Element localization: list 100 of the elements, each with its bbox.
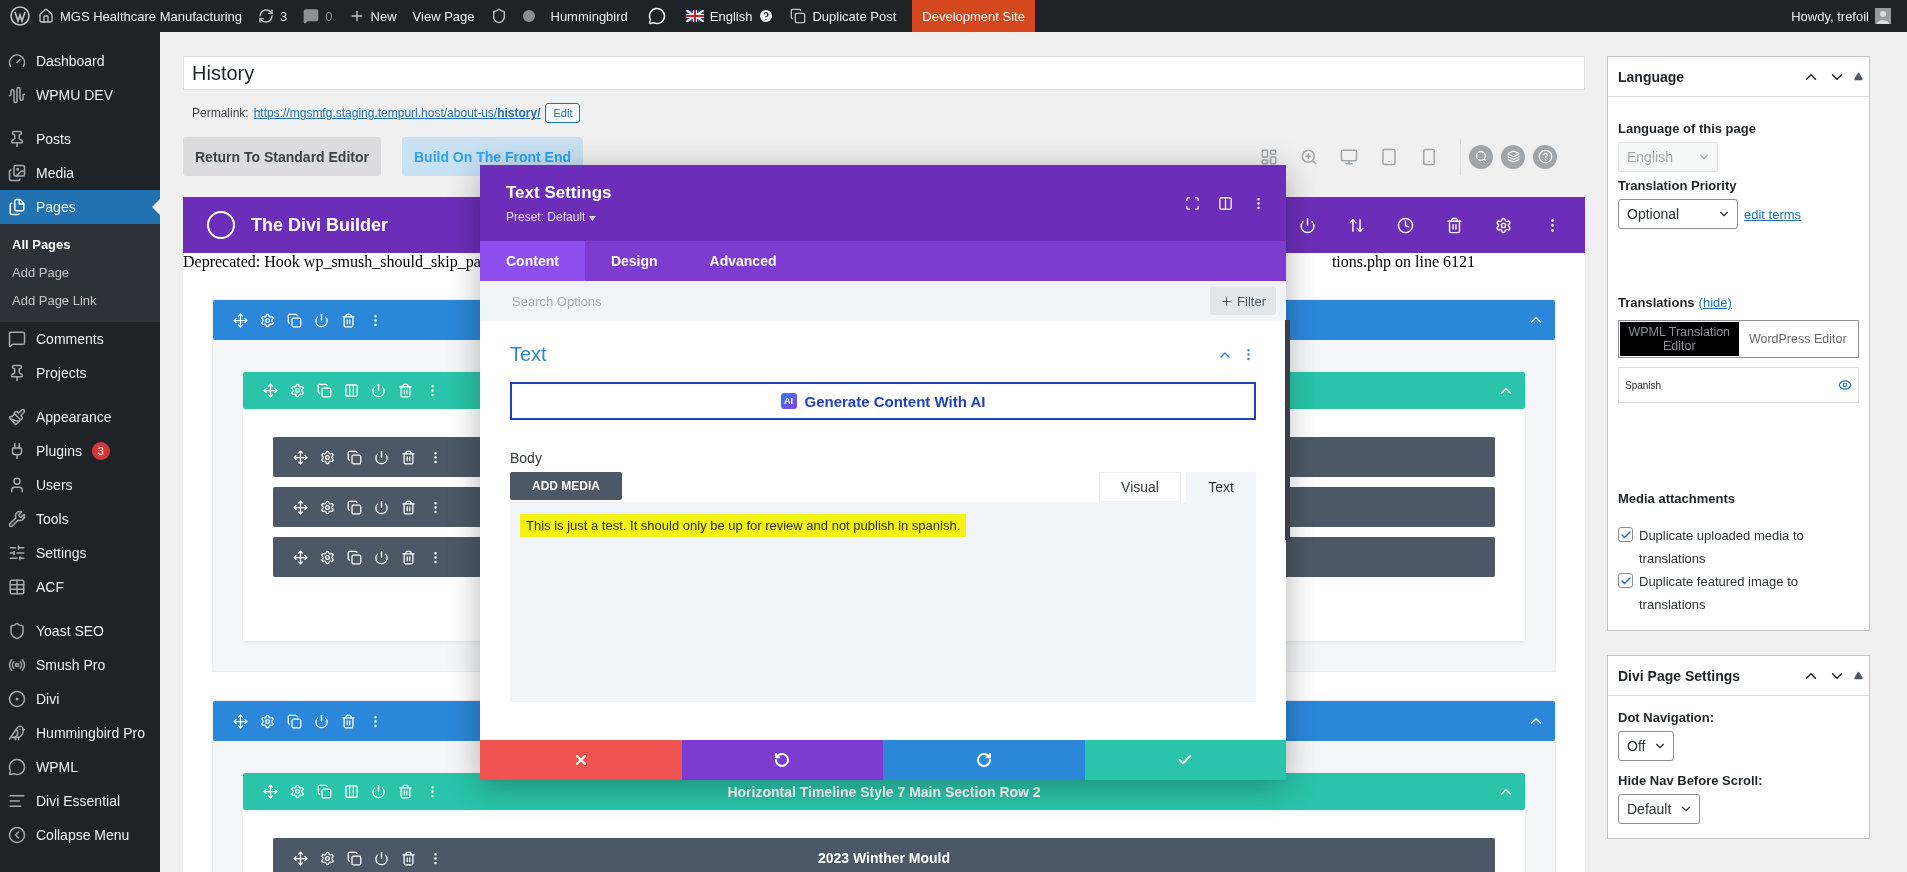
move-icon[interactable] — [293, 499, 308, 515]
triangle-icon[interactable] — [1854, 72, 1863, 81]
sidebar-item[interactable]: Yoast SEO — [0, 614, 160, 648]
view-page-link[interactable]: View Page — [404, 0, 483, 32]
trash-icon[interactable] — [341, 713, 356, 729]
add-media-button[interactable]: ADD MEDIA — [510, 472, 622, 500]
settings-icon[interactable] — [320, 549, 335, 565]
language-switcher[interactable]: English — [677, 0, 783, 32]
search-input[interactable]: Search Options — [510, 292, 1211, 310]
trash-icon[interactable] — [1446, 216, 1463, 234]
hide-link[interactable]: (hide) — [1698, 295, 1732, 310]
speech-bubble-icon[interactable] — [647, 7, 666, 25]
submenu-item[interactable]: Add Page Link — [0, 286, 160, 314]
sidebar-item[interactable]: Comments — [0, 322, 160, 356]
duplicate-post-link[interactable]: Duplicate Post — [782, 0, 905, 32]
move-icon[interactable] — [293, 449, 308, 465]
sidebar-item[interactable]: Media — [0, 156, 160, 190]
sidebar-item[interactable]: Dashboard — [0, 44, 160, 78]
sidebar-item[interactable]: Divi Essential — [0, 784, 160, 818]
sidebar-item[interactable]: WPMU DEV — [0, 78, 160, 112]
move-icon[interactable] — [233, 713, 248, 729]
sidebar-item[interactable]: Divi — [0, 682, 160, 716]
move-icon[interactable] — [293, 549, 308, 565]
sidebar-item[interactable]: Smush Pro — [0, 648, 160, 682]
sidebar-item[interactable]: Tools — [0, 502, 160, 536]
eye-icon[interactable] — [1838, 378, 1852, 392]
settings-icon[interactable] — [320, 449, 335, 465]
move-icon[interactable] — [293, 850, 308, 866]
trash-icon[interactable] — [401, 549, 416, 565]
copy-icon[interactable] — [347, 850, 362, 866]
updates-link[interactable]: 3 — [250, 0, 296, 32]
comments-link[interactable]: 0 — [295, 0, 341, 32]
sort-icon[interactable] — [1348, 216, 1365, 234]
copy-icon[interactable] — [347, 549, 362, 565]
columns-icon[interactable] — [1218, 195, 1233, 211]
new-link[interactable]: New — [340, 0, 405, 32]
copy-icon[interactable] — [287, 312, 302, 328]
site-link[interactable]: MGS Healthcare Manufacturing — [30, 0, 251, 32]
select-field[interactable]: Default — [1618, 794, 1701, 824]
trash-icon[interactable] — [401, 850, 416, 866]
settings-icon[interactable] — [260, 713, 275, 729]
copy-icon[interactable] — [287, 713, 302, 729]
editor-tab[interactable]: Visual — [1099, 472, 1181, 502]
settings-tab[interactable]: Design — [584, 241, 684, 281]
settings-icon[interactable] — [320, 499, 335, 515]
account-menu[interactable]: Howdy, trefoil — [1783, 0, 1899, 32]
sidebar-item[interactable]: ACF — [0, 570, 160, 604]
sidebar-item[interactable]: Posts — [0, 122, 160, 156]
title-field[interactable]: History — [183, 56, 1585, 90]
layout-icon[interactable] — [1260, 147, 1278, 166]
trash-icon[interactable] — [401, 499, 416, 515]
hummingbird-link[interactable]: Hummingbird — [542, 0, 636, 32]
settings-icon[interactable] — [320, 850, 335, 866]
settings-tab[interactable]: Content — [480, 241, 585, 281]
power-icon[interactable] — [314, 713, 329, 729]
sidebar-item[interactable]: Users — [0, 468, 160, 502]
shield-icon[interactable] — [490, 8, 507, 24]
submenu-item[interactable]: Add Page — [0, 258, 160, 286]
power-icon[interactable] — [374, 449, 389, 465]
edit-terms-link[interactable]: edit terms — [1744, 206, 1802, 222]
copy-icon[interactable] — [347, 499, 362, 515]
sidebar-item[interactable]: Settings — [0, 536, 160, 570]
settings-icon[interactable] — [1495, 216, 1512, 234]
power-icon[interactable] — [374, 850, 389, 866]
settings-icon[interactable] — [260, 312, 275, 328]
edit-permalink-button[interactable]: Edit — [545, 103, 581, 123]
environment-badge[interactable]: Development Site — [912, 0, 1035, 32]
checkbox[interactable] — [1618, 573, 1633, 588]
sidebar-item[interactable]: Projects — [0, 356, 160, 390]
sidebar-item[interactable]: Appearance — [0, 400, 160, 434]
sidebar-item[interactable]: Plugins 3 — [0, 434, 160, 468]
fullscreen-icon[interactable] — [1185, 195, 1200, 211]
text-area[interactable]: This is just a test. It should only be up for review and not publish in spanish. — [510, 502, 1256, 702]
move-icon[interactable] — [233, 312, 248, 328]
trash-icon[interactable] — [341, 312, 356, 328]
editor-choice-button[interactable]: WPML Translation Editor — [1620, 322, 1739, 356]
triangle-icon[interactable] — [1854, 671, 1863, 680]
trash-icon[interactable] — [401, 449, 416, 465]
submenu-item[interactable]: All Pages — [0, 230, 160, 258]
filter-button[interactable]: Filter — [1210, 287, 1276, 315]
power-icon[interactable] — [1299, 216, 1316, 234]
checkbox[interactable] — [1618, 527, 1633, 542]
power-icon[interactable] — [374, 549, 389, 565]
history-icon[interactable] — [1397, 216, 1414, 234]
power-icon[interactable] — [314, 312, 329, 328]
preset-dropdown[interactable]: Preset: Default — [506, 209, 612, 224]
sidebar-item[interactable]: Collapse Menu — [0, 818, 160, 852]
wordpress-logo-icon[interactable] — [10, 6, 30, 26]
sidebar-item[interactable]: WPML — [0, 750, 160, 784]
settings-tab[interactable]: Advanced — [683, 241, 803, 281]
permalink-link[interactable]: https://mgsmfg.staging.tempurl.host/about-us/history/ — [253, 106, 541, 120]
select-field[interactable]: Off — [1618, 731, 1675, 761]
sidebar-item[interactable]: Pages — [0, 190, 160, 224]
copy-icon[interactable] — [347, 449, 362, 465]
power-icon[interactable] — [374, 499, 389, 515]
standard-editor-button[interactable]: Return To Standard Editor — [183, 137, 381, 176]
generate-ai-button[interactable]: AI Generate Content With AI — [510, 382, 1256, 420]
sidebar-item[interactable]: Hummingbird Pro — [0, 716, 160, 750]
editor-tab[interactable]: Text — [1186, 472, 1256, 502]
priority-select[interactable]: Optional — [1618, 199, 1738, 229]
